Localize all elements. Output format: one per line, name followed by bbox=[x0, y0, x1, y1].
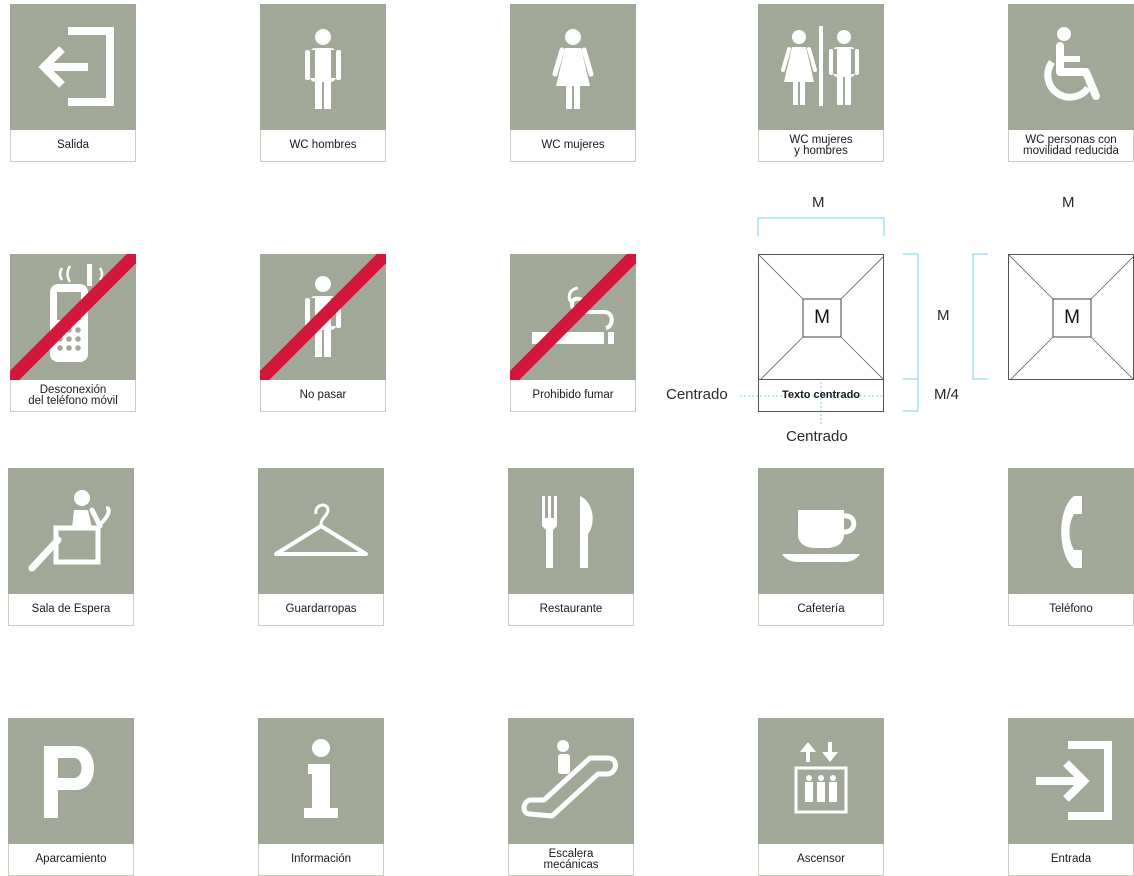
sign-guardarropas: Guardarropas bbox=[258, 468, 384, 626]
sign-prohibido-fumar: Prohibido fumar bbox=[510, 254, 636, 412]
coffee-cup-icon bbox=[782, 510, 860, 562]
parking-icon bbox=[44, 746, 94, 818]
sign-informacion: Información bbox=[258, 718, 384, 876]
sign-label: Restaurante bbox=[508, 594, 634, 626]
sign-desconexion: Desconexión del teléfono móvil bbox=[10, 254, 136, 412]
sign-aparcamiento: Aparcamiento bbox=[8, 718, 134, 876]
dimension-m-top: M bbox=[1062, 194, 1075, 211]
sign-label: Guardarropas bbox=[258, 594, 384, 626]
sign-label: No pasar bbox=[260, 380, 386, 412]
exit-arrow-left-icon bbox=[38, 27, 114, 106]
sign-label: Cafetería bbox=[758, 594, 884, 626]
construction-frame-with-text: M Texto centrado bbox=[758, 254, 884, 412]
sign-label: Salida bbox=[10, 130, 136, 162]
sign-ascensor: Ascensor bbox=[758, 718, 884, 876]
construction-frame: M bbox=[1008, 254, 1134, 380]
centered-label-left: Centrado bbox=[666, 386, 728, 403]
sign-label: Entrada bbox=[1008, 844, 1134, 876]
sign-label: Sala de Espera bbox=[8, 594, 134, 626]
sign-cafeteria: Cafetería bbox=[758, 468, 884, 626]
sample-text-label: Texto centrado bbox=[758, 380, 884, 412]
sign-wc-hombres: WC hombres bbox=[260, 4, 386, 162]
sign-label: Prohibido fumar bbox=[510, 380, 636, 412]
module-m-label: M bbox=[814, 307, 830, 328]
sign-restaurante: Restaurante bbox=[508, 468, 634, 626]
sign-label: Desconexión del teléfono móvil bbox=[10, 380, 136, 412]
sign-sala-espera: Sala de Espera bbox=[8, 468, 134, 626]
sign-label: WC hombres bbox=[260, 130, 386, 162]
phone-handset-icon bbox=[1061, 496, 1082, 568]
man-icon bbox=[305, 29, 341, 109]
information-icon bbox=[304, 739, 338, 818]
fork-knife-icon bbox=[542, 496, 593, 568]
module-m-label: M bbox=[1064, 307, 1080, 328]
woman-man-icon bbox=[781, 26, 859, 106]
dimension-m-side: M bbox=[937, 307, 950, 324]
elevator-icon bbox=[794, 742, 848, 814]
sign-label: WC mujeres y hombres bbox=[758, 130, 884, 162]
sign-label: Aparcamiento bbox=[8, 844, 134, 876]
sign-label: Teléfono bbox=[1008, 594, 1134, 626]
wheelchair-icon bbox=[1044, 27, 1100, 101]
escalator-icon bbox=[521, 740, 618, 819]
dimension-m-top: M bbox=[812, 194, 825, 211]
sign-salida: Salida bbox=[10, 4, 136, 162]
woman-icon bbox=[552, 29, 594, 109]
sign-label: Ascensor bbox=[758, 844, 884, 876]
centered-label-bottom: Centrado bbox=[786, 428, 848, 445]
no-mobile-phone-icon bbox=[10, 254, 136, 380]
sign-no-pasar: No pasar bbox=[260, 254, 386, 412]
sign-wc-mujeres: WC mujeres bbox=[510, 4, 636, 162]
no-smoking-icon bbox=[510, 254, 636, 380]
sign-wc-mujeres-hombres: WC mujeres y hombres bbox=[758, 4, 884, 162]
entrance-arrow-right-icon bbox=[1036, 741, 1112, 820]
sign-label: WC personas con movilidad reducida bbox=[1008, 130, 1134, 162]
sign-wc-movilidad: WC personas con movilidad reducida bbox=[1008, 4, 1134, 162]
sign-entrada: Entrada bbox=[1008, 718, 1134, 876]
sign-label: WC mujeres bbox=[510, 130, 636, 162]
sign-label: Información bbox=[258, 844, 384, 876]
no-entry-person-icon bbox=[260, 254, 386, 380]
waiting-room-icon bbox=[28, 490, 111, 572]
coat-hanger-icon bbox=[274, 503, 368, 556]
dimension-quarter: M/4 bbox=[934, 386, 960, 403]
sign-label: Escalera mecánicas bbox=[508, 844, 634, 876]
sign-escalera: Escalera mecánicas bbox=[508, 718, 634, 876]
sign-telefono: Teléfono bbox=[1008, 468, 1134, 626]
